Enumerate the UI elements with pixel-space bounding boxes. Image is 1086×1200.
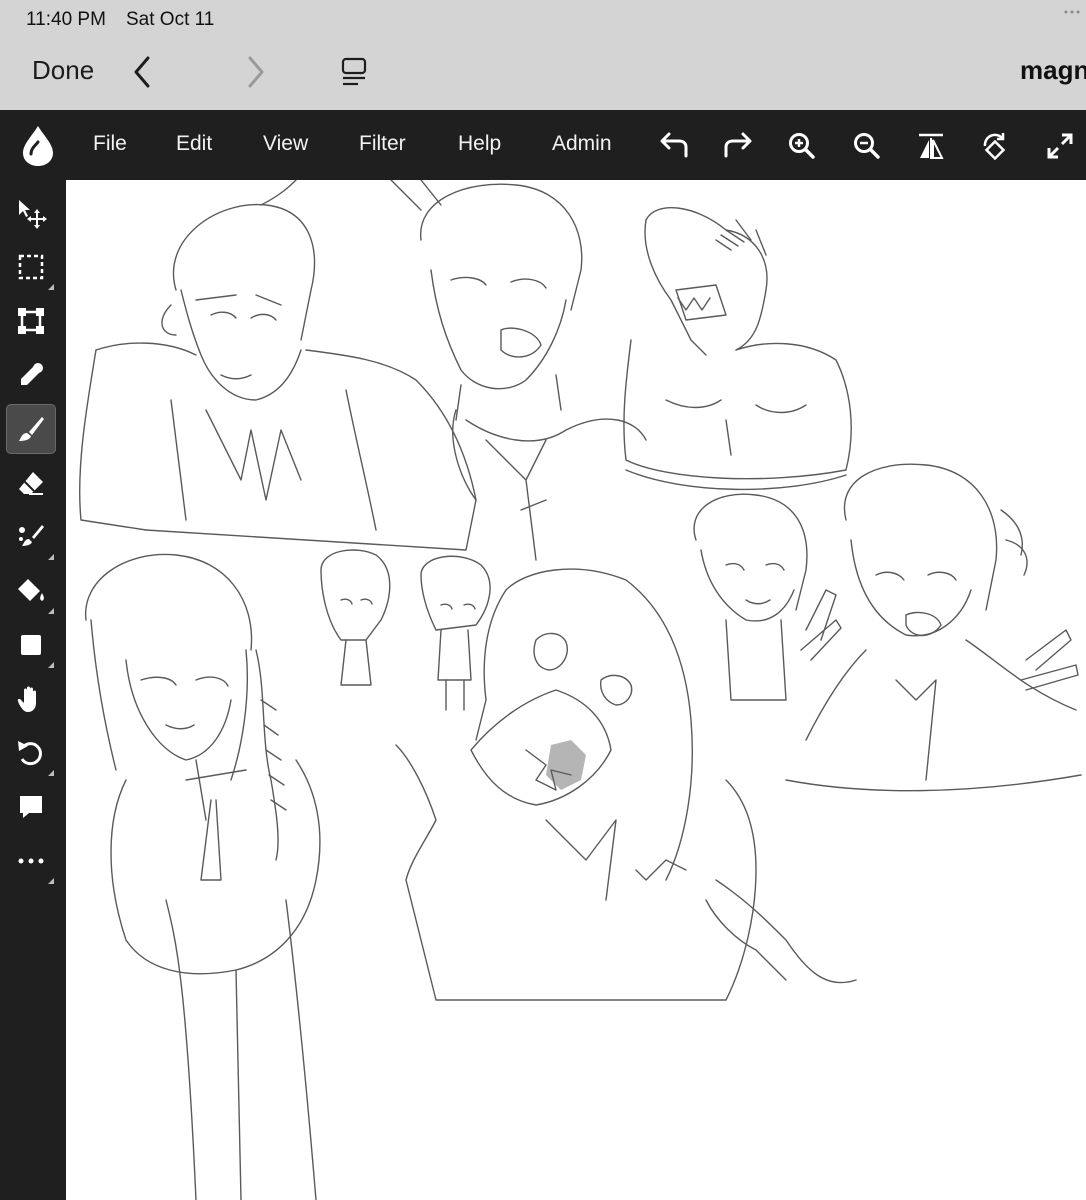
fill-icon <box>18 579 44 601</box>
brush-icon <box>19 417 44 441</box>
submenu-indicator <box>48 284 54 290</box>
browser-toolbar: Done magn <box>0 38 1086 111</box>
move-icon <box>19 200 47 229</box>
blend-icon <box>19 525 44 546</box>
zoom-out-icon <box>854 133 880 159</box>
eraser-icon <box>19 472 43 495</box>
select-icon <box>18 254 44 280</box>
redo-icon <box>724 132 752 158</box>
select-tool-button[interactable] <box>6 242 56 292</box>
brush-tool-button[interactable] <box>6 404 56 454</box>
hand-icon <box>17 686 36 712</box>
fill-tool-button[interactable] <box>6 566 56 616</box>
submenu-indicator <box>48 608 54 614</box>
status-time: 11:40 PM <box>26 9 106 30</box>
eraser-tool-button[interactable] <box>6 458 56 508</box>
app-menubar: File Edit View Filter Help Admin <box>0 110 1086 180</box>
reader-icon <box>341 57 367 86</box>
menu-admin[interactable]: Admin <box>552 132 612 156</box>
more-tools-button[interactable] <box>6 836 56 886</box>
site-title: magn <box>1020 55 1086 85</box>
app-logo-icon <box>23 126 53 166</box>
shape-icon <box>21 635 41 655</box>
submenu-indicator <box>48 662 54 668</box>
chevron-left-icon <box>134 56 150 88</box>
menu-edit[interactable]: Edit <box>176 132 212 156</box>
forward-button[interactable] <box>238 52 274 92</box>
menu-filter[interactable]: Filter <box>359 132 406 156</box>
menu-view[interactable]: View <box>263 132 308 156</box>
blend-tool-button[interactable] <box>6 512 56 562</box>
status-date: Sat Oct 11 <box>126 9 215 30</box>
undo-icon <box>660 132 688 158</box>
flip-button[interactable] <box>915 130 947 162</box>
status-bar: 11:40 PM Sat Oct 11 <box>0 0 1086 38</box>
move-tool-button[interactable] <box>6 188 56 238</box>
zoom-out-button[interactable] <box>851 130 883 162</box>
hand-tool-button[interactable] <box>6 674 56 724</box>
done-button[interactable]: Done <box>32 55 94 86</box>
menu-file[interactable]: File <box>93 132 127 156</box>
shape-tool-button[interactable] <box>6 620 56 670</box>
flip-horizontal-icon <box>919 133 944 159</box>
sketch-artwork <box>79 180 1082 1200</box>
transform-tool-button[interactable] <box>6 296 56 346</box>
reader-button[interactable] <box>336 52 372 92</box>
rotate-icon <box>983 133 1006 161</box>
zoom-in-icon <box>789 133 815 159</box>
rotate-view-tool-button[interactable] <box>6 728 56 778</box>
sketch-lines <box>79 180 1082 1200</box>
transform-icon <box>18 308 44 334</box>
back-button[interactable] <box>124 52 160 92</box>
redo-button[interactable] <box>722 130 754 162</box>
eyedropper-tool-button[interactable] <box>6 350 56 400</box>
fullscreen-icon <box>1047 133 1073 159</box>
undo-button[interactable] <box>658 130 690 162</box>
more-icon <box>18 858 44 864</box>
sketch-shading <box>546 740 586 790</box>
drawing-canvas[interactable] <box>66 180 1086 1200</box>
comment-tool-button[interactable] <box>6 782 56 832</box>
comment-icon <box>20 796 42 818</box>
status-dots-icon <box>1064 10 1080 14</box>
submenu-indicator <box>48 878 54 884</box>
submenu-indicator <box>48 770 54 776</box>
menu-help[interactable]: Help <box>458 132 501 156</box>
chevron-right-icon <box>248 56 264 88</box>
eyedropper-icon <box>21 363 43 385</box>
rotate-button[interactable] <box>979 130 1011 162</box>
submenu-indicator <box>48 554 54 560</box>
rotate-view-icon <box>18 741 42 766</box>
tool-sidebar <box>0 180 66 1200</box>
fullscreen-button[interactable] <box>1044 130 1076 162</box>
zoom-in-button[interactable] <box>786 130 818 162</box>
